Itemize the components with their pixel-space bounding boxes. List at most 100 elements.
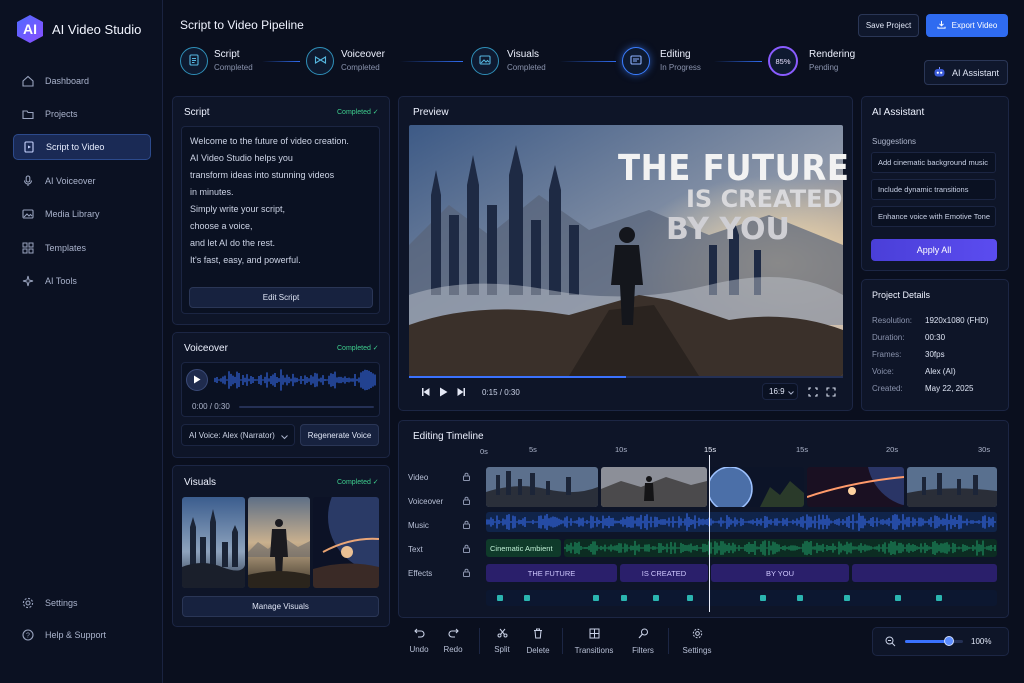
- script-line: AI Video Studio helps you: [190, 153, 293, 163]
- chevron-down-icon: [787, 387, 794, 397]
- document-play-icon: [23, 141, 35, 153]
- effect-marker[interactable]: [687, 595, 693, 601]
- effect-marker[interactable]: [524, 595, 530, 601]
- play-button[interactable]: [439, 387, 448, 399]
- pipeline-step-rendering[interactable]: 85%: [768, 46, 798, 76]
- text-clip[interactable]: BY YOU: [711, 564, 849, 582]
- zoom-level: 100%: [971, 637, 992, 646]
- preview-progress-track[interactable]: [409, 376, 843, 378]
- skip-back-button[interactable]: [421, 387, 431, 399]
- sidebar-item-templates[interactable]: Templates: [13, 235, 151, 261]
- manage-visuals-button[interactable]: Manage Visuals: [182, 596, 379, 617]
- sidebar-item-label: Projects: [45, 109, 78, 119]
- fullscreen-button[interactable]: [826, 387, 836, 399]
- pipeline-step-voiceover[interactable]: [306, 47, 334, 75]
- step-name: Rendering: [809, 49, 856, 60]
- text-clip[interactable]: IS CREATED: [620, 564, 708, 582]
- step-name: Voiceover: [341, 49, 385, 60]
- playhead[interactable]: [709, 455, 710, 612]
- ruler-label: 0s: [480, 447, 488, 456]
- skip-forward-button[interactable]: [456, 387, 466, 399]
- effect-marker[interactable]: [497, 595, 503, 601]
- sidebar-item-settings[interactable]: Settings: [13, 590, 151, 616]
- toolbar-divider: [562, 628, 563, 654]
- script-editor[interactable]: Welcome to the future of video creation.…: [181, 126, 380, 314]
- video-clip[interactable]: [710, 467, 804, 507]
- voiceover-time: 0:00 / 0:30: [192, 402, 230, 411]
- effect-marker[interactable]: [936, 595, 942, 601]
- suggestion-item[interactable]: Add cinematic background music: [871, 152, 996, 173]
- sidebar-item-media-library[interactable]: Media Library: [13, 201, 151, 227]
- pipeline-step-editing[interactable]: [622, 47, 650, 75]
- timeline-settings-button[interactable]: Settings: [681, 628, 713, 655]
- suggestion-item[interactable]: Enhance voice with Emotive Tone: [871, 206, 996, 227]
- save-project-button[interactable]: Save Project: [858, 14, 919, 37]
- voiceover-waveform[interactable]: [214, 368, 376, 392]
- effect-marker[interactable]: [895, 595, 901, 601]
- microphone-icon: [22, 175, 34, 187]
- regenerate-voice-button[interactable]: Regenerate Voice: [300, 424, 379, 446]
- effect-marker[interactable]: [844, 595, 850, 601]
- tool-label: Undo: [409, 645, 429, 654]
- lock-icon[interactable]: [462, 544, 471, 553]
- suggestion-item[interactable]: Include dynamic transitions: [871, 179, 996, 200]
- text-clip-empty[interactable]: [852, 564, 997, 582]
- toolbar-divider: [668, 628, 669, 654]
- sidebar-item-ai-voiceover[interactable]: AI Voiceover: [13, 168, 151, 194]
- detail-value: 00:30: [925, 333, 946, 342]
- delete-button[interactable]: Delete: [526, 628, 550, 655]
- filters-button[interactable]: Filters: [630, 628, 656, 655]
- voiceover-scrubber[interactable]: [239, 406, 374, 408]
- effect-marker[interactable]: [621, 595, 627, 601]
- sidebar-item-script-to-video[interactable]: Script to Video: [13, 134, 151, 160]
- ai-assistant-button[interactable]: AI Assistant: [924, 60, 1008, 85]
- pipeline-step-visuals[interactable]: [471, 47, 499, 75]
- visual-thumbnail-figure[interactable]: [248, 497, 310, 588]
- lock-icon[interactable]: [462, 472, 471, 481]
- zoom-slider-handle[interactable]: [943, 636, 954, 646]
- crop-button[interactable]: [808, 387, 818, 399]
- edit-script-button[interactable]: Edit Script: [189, 287, 373, 308]
- text-clip[interactable]: THE FUTURE: [486, 564, 617, 582]
- video-clip[interactable]: [907, 467, 997, 507]
- video-clip[interactable]: [807, 467, 904, 507]
- preview-progress-fill: [409, 376, 626, 378]
- undo-button[interactable]: Undo: [408, 628, 430, 654]
- effect-marker[interactable]: [653, 595, 659, 601]
- play-button[interactable]: [186, 369, 208, 391]
- transitions-button[interactable]: Transitions: [574, 628, 614, 655]
- lock-icon[interactable]: [462, 568, 471, 577]
- split-button[interactable]: Split: [491, 628, 513, 654]
- pipeline-step-script[interactable]: [180, 47, 208, 75]
- detail-value: Alex (AI): [925, 367, 956, 376]
- tool-label: Split: [494, 645, 510, 654]
- apply-all-button[interactable]: Apply All: [871, 239, 997, 261]
- visual-thumbnail-city[interactable]: [182, 497, 245, 588]
- video-clip[interactable]: [486, 467, 598, 507]
- zoom-slider[interactable]: [905, 640, 963, 643]
- step-status: Completed: [214, 63, 253, 72]
- tool-label: Redo: [443, 645, 463, 654]
- voice-select[interactable]: AI Voice: Alex (Narrator): [181, 424, 295, 446]
- sidebar-item-help[interactable]: ? Help & Support: [13, 622, 151, 648]
- lock-icon[interactable]: [462, 496, 471, 505]
- lock-icon[interactable]: [462, 520, 471, 529]
- effect-marker[interactable]: [593, 595, 599, 601]
- sidebar-item-dashboard[interactable]: Dashboard: [13, 68, 151, 94]
- skip-forward-icon: [456, 388, 466, 399]
- script-line: choose a voice,: [190, 221, 253, 231]
- status-badge: Completed ✓: [337, 109, 379, 116]
- sidebar-item-projects[interactable]: Projects: [13, 101, 151, 127]
- ai-assistant-label: AI Assistant: [951, 67, 1000, 78]
- visual-thumbnail-planet[interactable]: [313, 497, 379, 588]
- music-clip-label[interactable]: Cinematic Ambient: [486, 539, 561, 557]
- export-video-button[interactable]: Export Video: [926, 14, 1008, 37]
- effect-marker[interactable]: [760, 595, 766, 601]
- redo-button[interactable]: Redo: [442, 628, 464, 654]
- tool-label: Delete: [526, 646, 550, 655]
- sidebar-item-ai-tools[interactable]: AI Tools: [13, 268, 151, 294]
- aspect-ratio-select[interactable]: 16:9: [762, 383, 798, 400]
- zoom-out-button[interactable]: [885, 636, 896, 649]
- effect-marker[interactable]: [797, 595, 803, 601]
- video-clip[interactable]: [601, 467, 707, 507]
